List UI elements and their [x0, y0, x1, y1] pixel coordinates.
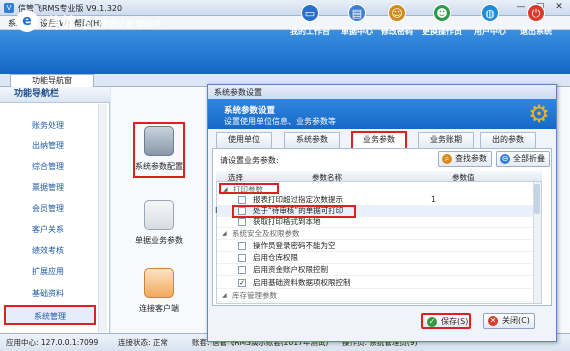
row-cursor-icon: I [215, 206, 218, 215]
toolbar-label: 我的工作台 [290, 27, 330, 36]
database-settings-icon [144, 126, 174, 156]
param-row[interactable]: ✓ 启用基础资料数据项权限控制 [217, 278, 533, 289]
collapse-all-button[interactable]: ⊖ 全部折叠 [496, 151, 550, 167]
monitor-icon: ▭ [301, 4, 319, 22]
sidebar-item-basic-data[interactable]: 基础资料 [0, 284, 96, 304]
dialog-header-subtitle: 设置使用单位信息、业务参数等 [224, 117, 336, 126]
close-button[interactable]: ✕ 关闭(C) [483, 313, 535, 329]
col-header-select: 选择 [228, 173, 243, 182]
button-label: 查找参数 [455, 154, 487, 163]
gear-icon: ⚙ [528, 100, 550, 128]
launcher-label: 连接客户端 [139, 304, 179, 313]
sidebar-item-performance[interactable]: 绩效考核 [0, 241, 96, 261]
group-label: 打印参数 [233, 185, 263, 194]
col-header-name: 参数名称 [312, 173, 342, 182]
param-row[interactable]: 启用资金账户权限控制 [217, 265, 533, 276]
sidebar-item-general[interactable]: 综合管理 [0, 157, 96, 177]
param-name: 获取打印格式到本地 [253, 217, 321, 226]
dialog-header-title: 系统参数设置 [224, 106, 276, 116]
logo-icon: e [16, 10, 38, 32]
launcher-label: 单据业务参数 [135, 236, 183, 245]
launcher-document-params[interactable]: 单据业务参数 [124, 200, 194, 246]
toolbar-label: 退出系统 [520, 27, 552, 36]
toolbar-label: 用户中心 [474, 27, 506, 36]
sidebar-scrollbar[interactable] [98, 104, 107, 332]
document-icon: ▤ [348, 4, 366, 22]
toolbar-user-center-button[interactable]: ◍ 用户中心 [466, 4, 514, 42]
param-checkbox[interactable] [238, 266, 246, 274]
param-name: 操作员登录密码不能为空 [253, 241, 336, 250]
group-row-print[interactable]: ◢ 打印参数 [219, 183, 279, 194]
sidebar-item-accounting[interactable]: 账务处理 [0, 116, 96, 136]
param-name: 报表打印超过指定次数提示 [253, 195, 343, 204]
prompt-label: 请设置业务参数: [220, 156, 279, 165]
tab-business-period[interactable]: 业务账期 [418, 132, 474, 148]
status-app-center: 应用中心: 127.0.0.1:7099 [6, 338, 99, 347]
tab-system-params[interactable]: 系统参数 [284, 132, 340, 148]
col-header-value: 参数值 [452, 173, 475, 182]
sidebar-item-system-management[interactable]: 系统管理 [4, 305, 96, 325]
search-icon: ⌕ [442, 154, 452, 164]
param-row[interactable]: 获取打印格式到本地 [217, 217, 533, 228]
button-label: 全部折叠 [513, 154, 545, 163]
button-label: 关闭(C) [502, 316, 530, 325]
param-row[interactable]: 操作员登录密码不能为空 [217, 241, 533, 252]
sidebar-item-bills[interactable]: 票据管理 [0, 178, 96, 198]
logo-text: 信管飞 [44, 14, 90, 32]
close-icon: ✕ [488, 316, 498, 326]
tab-other-params[interactable]: 出的参数 [480, 132, 536, 148]
gear-document-icon [144, 200, 174, 230]
sidebar-item-members[interactable]: 会员管理 [0, 199, 96, 219]
sidebar-title: 功能导航栏 [0, 87, 110, 103]
param-checkbox[interactable] [238, 242, 246, 250]
launcher-label: 系统参数配置 [135, 162, 183, 171]
group-label: 系统安全及权限参数 [232, 229, 300, 238]
toolbar-label: 更换操作员 [422, 27, 462, 36]
app-icon: V [4, 3, 14, 13]
toolbar-workbench-button[interactable]: ▭ 我的工作台 [286, 4, 334, 42]
param-checkbox[interactable] [238, 218, 246, 226]
param-name: 启用基础资料数据项权限控制 [253, 278, 351, 287]
status-connection: 连接状态: 正常 [118, 338, 168, 347]
param-name: 启用仓库权限 [253, 253, 298, 262]
find-params-button[interactable]: ⌕ 查找参数 [438, 151, 492, 167]
param-checkbox[interactable] [238, 196, 246, 204]
users-icon: ☻ [433, 4, 451, 22]
param-name: 启用资金账户权限控制 [253, 265, 328, 274]
toolbar-exit-button[interactable]: ⏻ 退出系统 [512, 4, 560, 42]
tab-organization[interactable]: 使用单位 [216, 132, 272, 148]
globe-icon: ◍ [481, 4, 499, 22]
launcher-connect-client[interactable]: 连接客户端 [124, 268, 194, 314]
logo-slogan: 精细化管理软件 [98, 20, 162, 30]
sidebar-item-cashier[interactable]: 出纳管理 [0, 136, 96, 156]
group-label: 库存管理参数 [232, 291, 277, 300]
param-value[interactable]: 1 [431, 195, 436, 205]
power-icon: ⏻ [527, 4, 545, 22]
sidebar-item-extensions[interactable]: 扩展应用 [0, 262, 96, 282]
save-button[interactable]: ✓ 保存(S) [421, 313, 471, 329]
toolbar-change-password-button[interactable]: ☺ 修改密码 [373, 4, 421, 42]
tab-navigation-window[interactable]: 功能导航窗 [10, 74, 94, 87]
param-checkbox[interactable] [238, 254, 246, 262]
sidebar-item-crm[interactable]: 客户关系 [0, 220, 96, 240]
toolbar-label: 修改密码 [381, 27, 413, 36]
toolbar-switch-operator-button[interactable]: ☻ 更换操作员 [418, 4, 466, 42]
collapse-icon: ⊖ [500, 154, 510, 164]
network-icon [144, 268, 174, 298]
param-row[interactable]: 启用仓库权限 [217, 253, 533, 264]
grid-scroll-thumb[interactable] [534, 184, 540, 214]
group-row-security[interactable]: ◢ 系统安全及权限参数 [217, 229, 533, 240]
button-label: 保存(S) [441, 317, 469, 326]
group-row-inventory[interactable]: ◢ 库存管理参数 [217, 291, 533, 302]
dialog-title: 系统参数设置 [214, 88, 262, 97]
key-user-icon: ☺ [388, 4, 406, 22]
param-checkbox-checked[interactable]: ✓ [238, 279, 246, 287]
tab-business-params[interactable]: 业务参数 [351, 131, 407, 148]
launcher-system-params[interactable]: 系统参数配置 [124, 126, 194, 172]
check-icon: ✓ [427, 317, 437, 327]
grid-header [216, 171, 542, 182]
